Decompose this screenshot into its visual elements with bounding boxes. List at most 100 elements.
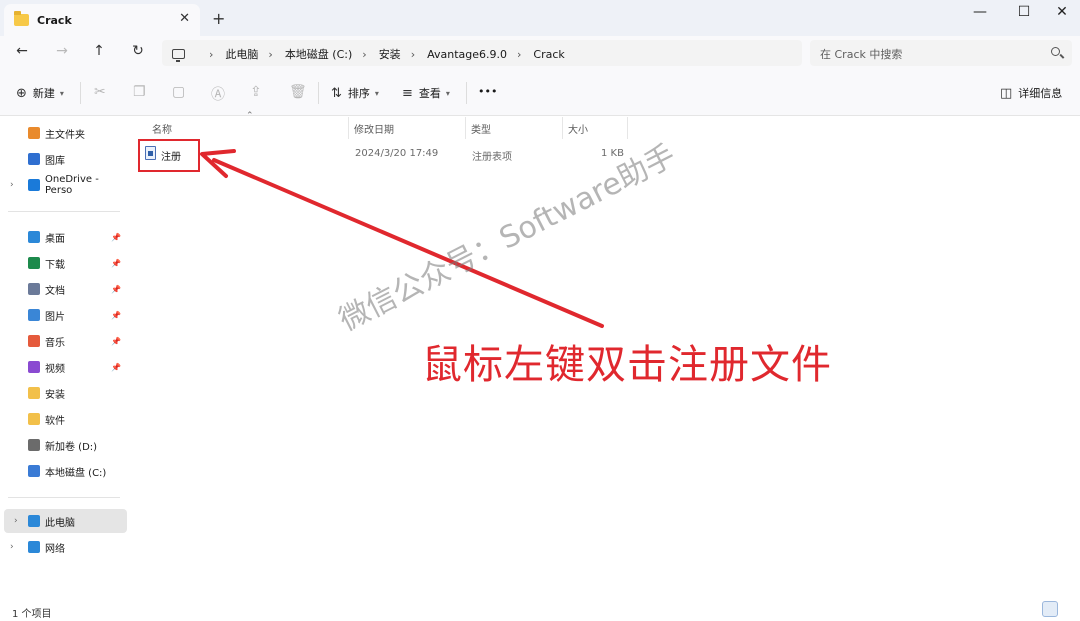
sidebar-item-label: 此电脑 [45,517,75,529]
share-icon[interactable]: ⇪ [250,84,262,100]
view-button[interactable]: ≡ 查看 ▾ [402,85,450,101]
sidebar-item[interactable]: 图片 📌 [0,303,127,327]
sidebar-divider [8,211,120,212]
minimize-button[interactable]: — [960,4,1000,20]
up-button[interactable]: ↑ [89,43,109,59]
tab-title: Crack [37,13,72,27]
column-header-name[interactable]: 名称 [152,121,172,136]
more-button[interactable]: ••• [478,85,497,98]
details-view-button[interactable] [1042,601,1058,617]
refresh-button[interactable]: ↻ [128,43,148,59]
breadcrumb-chevron-icon[interactable]: › [517,48,521,61]
tab-crack[interactable]: Crack ✕ [4,4,200,36]
expand-chevron-icon[interactable]: › [10,180,14,190]
pin-icon: 📌 [111,258,121,268]
sidebar-item[interactable]: 安装 [0,381,127,405]
sidebar-item[interactable]: 音乐 📌 [0,329,127,353]
details-pane-button[interactable]: ◫ 详细信息 [1000,85,1062,101]
breadcrumb-item[interactable]: Avantage6.9.0 [427,48,507,61]
sidebar-item[interactable]: 文档 📌 [0,277,127,301]
sort-icon: ⇅ [331,85,342,101]
sidebar-item[interactable]: 本地磁盘 (C:) [0,459,127,483]
sidebar-item-label: 下载 [45,259,65,271]
sidebar-item[interactable]: 桌面 📌 [0,225,127,249]
copy-icon[interactable]: ❐ [133,84,146,100]
paste-icon[interactable]: ▢ [172,84,185,100]
new-button[interactable]: ⊕ 新建 ▾ [16,85,64,101]
maximize-button[interactable]: ☐ [1004,4,1044,20]
breadcrumb-item[interactable]: 安装 [379,46,401,62]
sidebar-item[interactable]: › 网络 [0,535,127,559]
column-divider [465,117,466,139]
expand-chevron-icon[interactable]: › [14,516,18,526]
navigation-pane: 主文件夹 图库 › OneDrive - Perso 桌面 📌 下载 📌 文档 📌 图片 📌 音乐 📌 视频… [0,117,130,597]
sidebar-item-label: 文档 [45,285,65,297]
view-list-icon: ≡ [402,85,413,101]
sort-button[interactable]: ⇅ 排序 ▾ [331,85,379,101]
column-header-size[interactable]: 大小 [568,121,588,136]
column-header-modified[interactable]: 修改日期 [354,121,394,136]
gallery-icon [28,153,40,165]
address-bar[interactable]: › 此电脑 › 本地磁盘 (C:) › 安装 › Avantage6.9.0 › Crack [162,40,802,66]
sidebar-divider [8,497,120,498]
forward-button[interactable]: → [52,43,72,59]
home-icon [28,127,40,139]
breadcrumb-chevron-icon[interactable]: › [209,48,213,61]
close-window-button[interactable]: ✕ [1042,4,1080,20]
sidebar-item-label: 图库 [45,155,65,167]
sidebar-item[interactable]: 主文件夹 [0,121,127,145]
column-divider [627,117,628,139]
breadcrumb-chevron-icon[interactable]: › [268,48,272,61]
sidebar-item[interactable]: › 此电脑 [4,509,127,533]
status-bar: 1 个项目 [0,597,1080,621]
breadcrumb-chevron-icon[interactable]: › [411,48,415,61]
breadcrumb-item[interactable]: 此电脑 [225,46,258,62]
sidebar-item-label: 本地磁盘 (C:) [45,467,107,479]
this-pc-icon [172,49,185,62]
sidebar-item[interactable]: › OneDrive - Perso [0,173,127,197]
address-row: ← → ↑ ↻ › 此电脑 › 本地磁盘 (C:) › 安装 › Avantage6.9.0 ›… [0,36,1080,70]
sidebar-item-label: 安装 [45,389,65,401]
desktop-icon [28,231,40,243]
sidebar-item[interactable]: 下载 📌 [0,251,127,275]
sidebar-item-label: 主文件夹 [45,129,85,141]
instruction-text: 鼠标左键双击注册文件 [422,342,832,388]
onedrive-icon [28,179,40,191]
column-divider [562,117,563,139]
rename-icon[interactable]: Ⓐ [211,84,225,104]
toolbar-divider [80,82,81,104]
file-type: 注册表项 [472,152,512,163]
sort-label: 排序 [347,87,370,100]
pin-icon: 📌 [111,336,121,346]
sidebar-item[interactable]: 新加卷 (D:) [0,433,127,457]
tiles-view-button[interactable] [1062,601,1078,617]
highlight-box [138,139,200,172]
details-label: 详细信息 [1018,87,1063,100]
expand-chevron-icon[interactable]: › [10,542,14,552]
sidebar-item[interactable]: 软件 [0,407,127,431]
download-icon [28,257,40,269]
breadcrumb-item[interactable]: Crack [533,48,564,61]
new-tab-button[interactable]: + [212,9,225,28]
delete-icon[interactable]: 🗑 [289,84,307,100]
chevron-down-icon: ▾ [445,88,450,98]
breadcrumb-item[interactable]: 本地磁盘 (C:) [285,46,352,62]
network-icon [28,541,40,553]
breadcrumb-chevron-icon[interactable]: › [362,48,366,61]
back-button[interactable]: ← [12,43,32,59]
sidebar-item[interactable]: 图库 [0,147,127,171]
sidebar-item-label: 网络 [45,543,65,555]
details-pane-icon: ◫ [1000,85,1013,101]
videos-icon [28,361,40,373]
music-icon [28,335,40,347]
column-header-type[interactable]: 类型 [471,121,491,136]
toolbar-divider [466,82,467,104]
table-row[interactable]: 注册 2024/3/20 17:49 注册表项 1 KB [130,143,640,165]
search-input[interactable]: 在 Crack 中搜索 [810,40,1072,66]
pin-icon: 📌 [111,362,121,372]
sidebar-item[interactable]: 视频 📌 [0,355,127,379]
cut-icon[interactable]: ✂ [94,84,106,100]
close-tab-icon[interactable]: ✕ [179,11,190,26]
drive-icon [28,439,40,451]
sidebar-item-label: 音乐 [45,337,65,349]
